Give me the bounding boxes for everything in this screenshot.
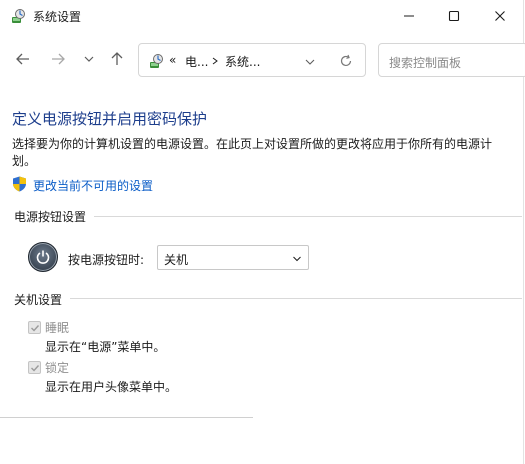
back-button[interactable] [12,48,34,70]
control-panel-icon [12,9,25,23]
forward-button[interactable] [47,48,69,70]
lock-checkbox[interactable] [28,361,41,374]
control-panel-icon [150,54,163,68]
minimize-button[interactable] [386,0,432,32]
power-button-icon [28,242,58,272]
maximize-icon [448,10,460,22]
recent-locations-button[interactable] [78,48,100,70]
breadcrumb-item-system[interactable]: 系统... [225,53,260,70]
chevron-down-icon[interactable] [304,56,316,68]
section-divider [94,216,522,217]
chevron-down-icon [84,56,94,62]
maximize-button[interactable] [431,0,477,32]
shutdown-section-title: 关机设置 [14,293,63,307]
address-bar[interactable]: « 电... 系统... [138,43,366,77]
arrow-left-icon [16,53,29,65]
minimize-icon [404,15,414,17]
change-unavailable-settings-link[interactable]: 更改当前不可用的设置 [33,177,153,194]
power-symbol-icon [36,250,50,264]
arrow-right-icon [52,53,65,65]
title-bar: 系统设置 [0,0,525,32]
up-button[interactable] [106,48,128,70]
sleep-checkbox[interactable] [28,321,41,334]
close-button[interactable] [477,0,523,32]
breadcrumb-item-power[interactable]: 电... [185,53,208,70]
navigation-bar: « 电... 系统... 搜索控制面板 [0,40,525,80]
power-button-action-label: 按电源按钮时: [68,253,145,267]
page-description: 选择要为你的计算机设置的电源设置。在此页上对设置所做的更改将应用于你所有的电源计… [12,137,493,168]
power-button-action-select[interactable]: 关机 [157,245,309,270]
sleep-description: 显示在“电源”菜单中。 [45,340,166,354]
search-placeholder: 搜索控制面板 [389,56,462,70]
uac-shield-icon [13,176,26,192]
page-title: 定义电源按钮并启用密码保护 [12,110,208,128]
chevron-down-icon [293,256,301,262]
power-button-section-title: 电源按钮设置 [14,210,87,224]
breadcrumb-separator-icon [212,57,218,65]
footer-divider [0,417,253,418]
close-icon [495,11,505,21]
section-divider [70,298,522,299]
arrow-up-icon [111,52,123,65]
lock-description: 显示在用户头像菜单中。 [45,380,178,394]
checkmark-icon [30,364,39,372]
checkmark-icon [30,324,39,332]
search-input[interactable]: 搜索控制面板 [378,43,525,77]
lock-label: 锁定 [45,361,70,375]
window-title: 系统设置 [33,10,82,24]
sleep-label: 睡眠 [45,321,70,335]
power-button-action-value: 关机 [164,253,189,267]
refresh-icon[interactable] [339,54,353,68]
breadcrumb-overflow[interactable]: « [169,53,176,67]
